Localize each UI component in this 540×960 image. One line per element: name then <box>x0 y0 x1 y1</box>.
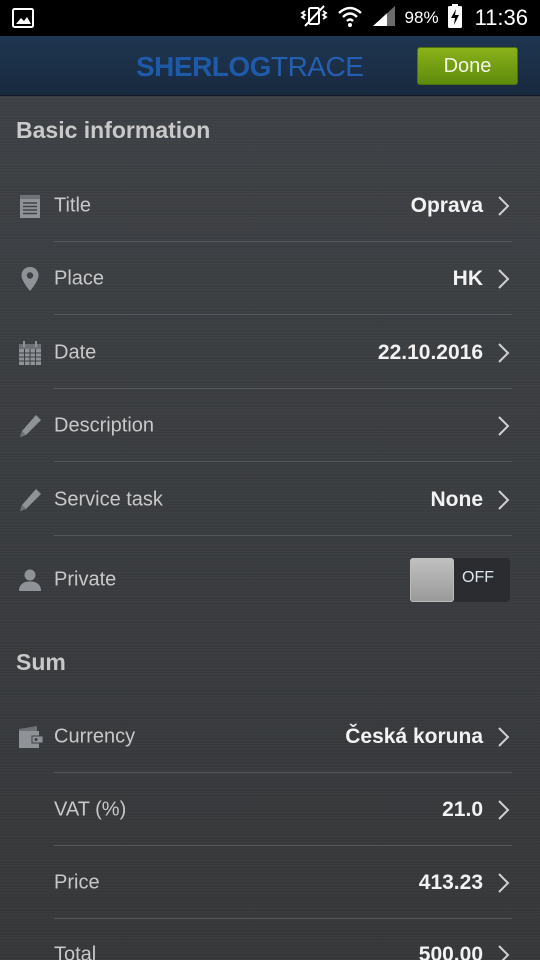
row-total-value: 500.00 <box>418 943 483 960</box>
map-pin-icon <box>17 266 43 292</box>
row-private: Private OFF <box>0 544 540 616</box>
chevron-right-icon <box>497 342 511 364</box>
clock: 11:36 <box>474 5 528 30</box>
toggle-state-label: OFF <box>462 569 494 586</box>
divider <box>54 388 512 389</box>
row-date-label: Date <box>54 341 97 364</box>
private-toggle[interactable]: OFF <box>410 558 510 602</box>
row-description-label: Description <box>54 414 155 437</box>
row-place-label: Place <box>54 267 105 290</box>
row-service-task-label: Service task <box>54 488 163 511</box>
pencil-icon <box>17 413 43 439</box>
wallet-icon <box>17 724 44 750</box>
divider <box>54 772 512 773</box>
chevron-right-icon <box>497 944 511 960</box>
row-title-label: Title <box>54 194 92 217</box>
row-price[interactable]: Price 413.23 <box>0 847 540 919</box>
row-total[interactable]: Total 500.00 <box>0 919 540 960</box>
row-vat-value: 21.0 <box>442 798 483 821</box>
chevron-right-icon <box>497 489 511 511</box>
toggle-knob <box>410 558 454 602</box>
app-logo: SHERLOGTRACE <box>136 51 364 82</box>
row-vat-label: VAT (%) <box>54 798 127 821</box>
section-title-basic-information: Basic information <box>16 117 211 143</box>
wifi-icon <box>337 4 363 32</box>
row-currency-label: Currency <box>54 725 136 748</box>
divider <box>54 535 512 536</box>
person-icon <box>17 567 43 593</box>
divider <box>54 845 512 846</box>
row-total-label: Total <box>54 943 97 960</box>
divider <box>54 461 512 462</box>
row-place-value: HK <box>452 267 483 290</box>
row-place[interactable]: Place HK <box>0 243 540 315</box>
row-price-label: Price <box>54 871 100 894</box>
chevron-right-icon <box>497 268 511 290</box>
row-service-task[interactable]: Service task None <box>0 464 540 536</box>
row-date[interactable]: Date 22.10.2016 <box>0 317 540 389</box>
row-currency-value: Česká koruna <box>345 725 483 748</box>
form-content: Basic information Title Oprava Place HK … <box>0 96 540 960</box>
row-date-value: 22.10.2016 <box>377 341 483 364</box>
row-service-task-value: None <box>430 488 484 511</box>
chevron-right-icon <box>497 726 511 748</box>
row-vat[interactable]: VAT (%) 21.0 <box>0 774 540 846</box>
vibrate-icon <box>299 4 329 32</box>
calendar-icon <box>17 340 43 366</box>
row-price-value: 413.23 <box>418 871 483 894</box>
chevron-right-icon <box>497 195 511 217</box>
chevron-right-icon <box>497 415 511 437</box>
chevron-right-icon <box>497 872 511 894</box>
row-title[interactable]: Title Oprava <box>0 170 540 242</box>
row-currency[interactable]: Currency Česká koruna <box>0 701 540 773</box>
section-title-sum: Sum <box>16 649 66 675</box>
row-description[interactable]: Description <box>0 390 540 462</box>
pencil-icon <box>17 487 43 513</box>
gallery-notification-icon <box>12 7 34 33</box>
battery-charging-icon <box>447 3 463 33</box>
battery-percent: 98% <box>404 8 439 27</box>
divider <box>54 241 512 242</box>
signal-icon <box>371 4 397 32</box>
notepad-icon <box>17 193 43 219</box>
row-private-label: Private <box>54 568 117 591</box>
row-title-value: Oprava <box>410 194 483 217</box>
app-header: SHERLOGTRACE Done <box>0 36 540 96</box>
chevron-right-icon <box>497 799 511 821</box>
divider <box>54 314 512 315</box>
status-bar: 98% 11:36 <box>0 0 540 36</box>
done-button[interactable]: Done <box>417 47 518 85</box>
